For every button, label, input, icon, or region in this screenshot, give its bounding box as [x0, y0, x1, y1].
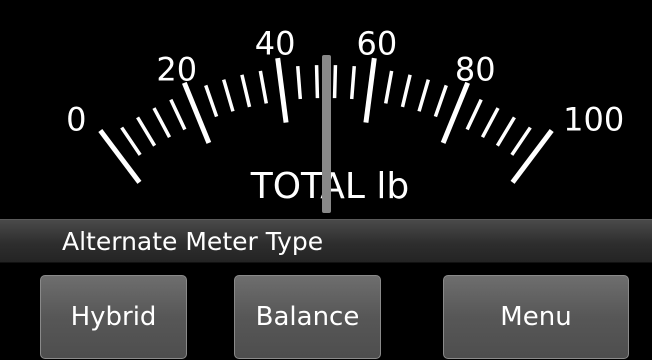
status-label: Alternate Meter Type	[62, 227, 324, 256]
minor-tick	[295, 65, 303, 100]
minor-tick	[383, 70, 394, 104]
major-tick	[510, 129, 554, 184]
minor-tick	[169, 98, 187, 131]
meter-needle	[322, 55, 331, 213]
major-tick	[275, 57, 289, 123]
minor-tick	[349, 65, 357, 100]
hybrid-button[interactable]: Hybrid	[40, 275, 187, 359]
scale-label: 0	[66, 101, 86, 139]
minor-tick	[258, 70, 269, 104]
minor-tick	[136, 116, 157, 147]
minor-tick	[204, 84, 219, 118]
minor-tick	[120, 126, 142, 156]
minor-tick	[332, 65, 338, 99]
menu-button-label: Menu	[500, 302, 572, 332]
scale-label: 40	[255, 24, 296, 62]
minor-tick	[314, 65, 320, 99]
major-tick	[440, 81, 471, 144]
minor-tick	[400, 74, 412, 108]
menu-button[interactable]: Menu	[443, 275, 629, 359]
minor-tick	[480, 107, 500, 139]
scale-label: 20	[156, 50, 197, 88]
scale-label: 80	[455, 50, 496, 88]
minor-tick	[221, 79, 235, 112]
major-tick	[363, 57, 377, 123]
scale-label: 100	[563, 101, 624, 139]
major-tick	[98, 129, 142, 184]
meter-dial: 02040 6080100 TOTAL lb	[66, 24, 624, 213]
analog-meter: 0 20 40 60 80 100 TOTAL lb	[0, 0, 652, 222]
minor-tick	[465, 98, 483, 131]
minor-tick	[417, 79, 431, 112]
meter-type-bar: Alternate Meter Type	[0, 219, 652, 263]
balance-button[interactable]: Balance	[234, 275, 381, 359]
balance-button-label: Balance	[255, 302, 360, 332]
minor-tick	[152, 107, 172, 139]
minor-tick	[240, 74, 252, 108]
scale-label: 60	[357, 24, 398, 62]
minor-tick	[433, 84, 448, 118]
hybrid-button-label: Hybrid	[70, 302, 157, 332]
major-tick	[181, 81, 212, 144]
button-row: Hybrid Balance Menu	[0, 263, 652, 360]
minor-tick	[495, 116, 516, 147]
minor-tick	[510, 126, 532, 156]
